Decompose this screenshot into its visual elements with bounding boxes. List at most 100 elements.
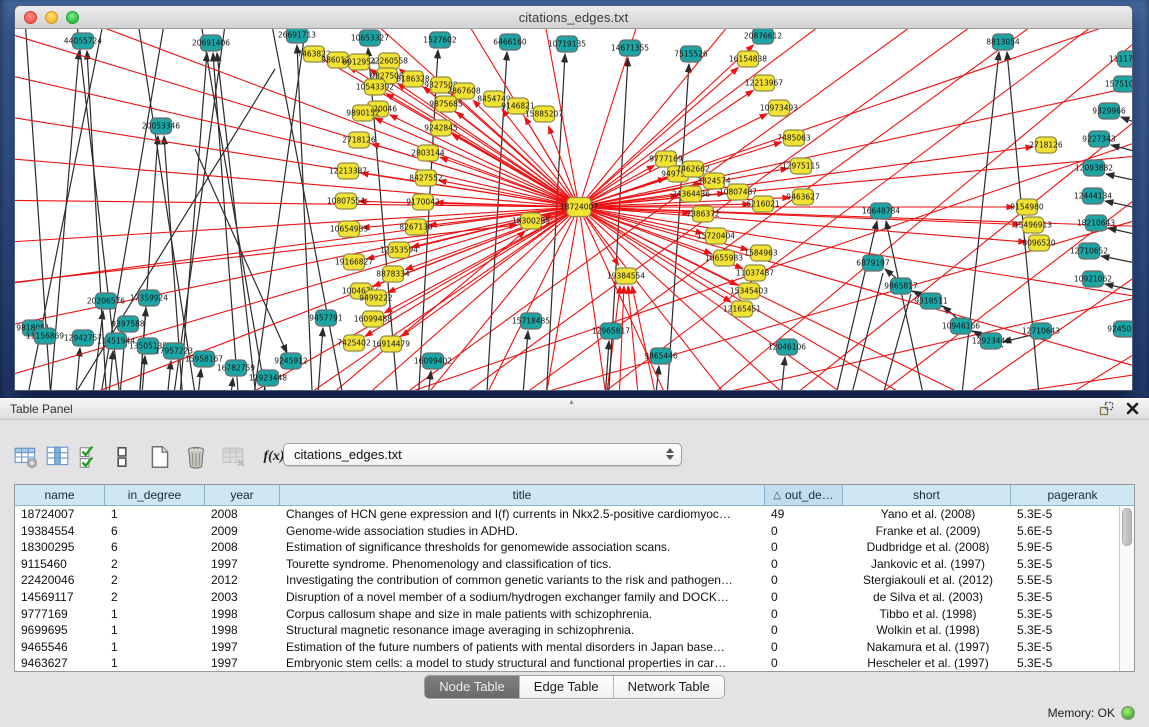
graph-node[interactable]: 6879197: [856, 255, 890, 271]
graph-node[interactable]: 44055724: [64, 33, 102, 49]
graph-node[interactable]: 7485063: [777, 130, 811, 146]
graph-node[interactable]: 7515526: [674, 46, 708, 62]
graph-node[interactable]: 8096520: [1022, 235, 1056, 251]
network-window[interactable]: citations_edges.txt 74638229860128891295…: [14, 5, 1133, 391]
column-header-short[interactable]: short: [843, 485, 1011, 505]
table-row[interactable]: 1938455462009Genome-wide association stu…: [15, 523, 1119, 540]
graph-node[interactable]: 12165451: [723, 301, 761, 317]
table-source-select[interactable]: citations_edges.txt: [283, 443, 682, 466]
graph-node[interactable]: 26691713: [278, 29, 316, 43]
graph-node[interactable]: 17359924: [130, 290, 168, 306]
graph-node[interactable]: 12093882: [1075, 160, 1113, 176]
graph-node[interactable]: 15496913: [1014, 217, 1052, 233]
graph-node[interactable]: 20876612: [744, 29, 782, 44]
graph-node[interactable]: 9457791: [309, 310, 343, 326]
graph-node[interactable]: 10653327: [351, 30, 389, 46]
table-row[interactable]: 969969511998Structural magnetic resonanc…: [15, 622, 1119, 639]
graph-node[interactable]: 9170042: [406, 194, 440, 210]
svg-text:15496913: 15496913: [1014, 221, 1052, 230]
table-row[interactable]: 977716911998Corpus callosum shape and si…: [15, 606, 1119, 623]
column-header-name[interactable]: name: [15, 485, 105, 505]
graph-node[interactable]: 2718126: [1029, 137, 1063, 153]
table-vertical-scrollbar[interactable]: [1119, 506, 1134, 671]
cell-pagerank: 5.3E-5: [1011, 639, 1119, 656]
graph-node[interactable]: 12213387: [329, 163, 367, 179]
graph-node[interactable]: 9463627: [786, 189, 820, 205]
table-row[interactable]: 1830029562008Estimation of significance …: [15, 539, 1119, 556]
table-row[interactable]: 1872400712008Changes of HCN gene express…: [15, 506, 1119, 523]
graph-node[interactable]: 20691406: [192, 35, 230, 51]
table-row[interactable]: 911546021997Tourette syndrome. Phenomeno…: [15, 556, 1119, 573]
table-row[interactable]: 946554611997Estimation of the future num…: [15, 639, 1119, 656]
network-window-titlebar[interactable]: citations_edges.txt: [15, 6, 1132, 29]
column-header-title[interactable]: title: [280, 485, 765, 505]
close-button[interactable]: [24, 11, 37, 24]
cell-name: 18724007: [15, 506, 105, 523]
graph-node[interactable]: 8427552: [409, 170, 443, 186]
row-selection-icon[interactable]: [74, 442, 106, 472]
table-settings-icon[interactable]: [10, 442, 42, 472]
graph-node[interactable]: 9397588: [111, 316, 145, 332]
delete-icon[interactable]: [180, 442, 212, 472]
graph-node[interactable]: 11037487: [736, 265, 774, 281]
graph-node[interactable]: 16154838: [729, 51, 767, 67]
table-row[interactable]: 2242004622012Investigating the contribut…: [15, 572, 1119, 589]
graph-node[interactable]: 9154980: [1010, 199, 1044, 215]
graph-node[interactable]: 6466160: [493, 34, 527, 50]
scrollbar-thumb[interactable]: [1122, 508, 1132, 546]
graph-node[interactable]: 7386372: [686, 206, 720, 222]
merge-rows-icon[interactable]: [106, 442, 138, 472]
zoom-button[interactable]: [66, 11, 79, 24]
svg-text:9865817: 9865817: [884, 282, 918, 291]
graph-node[interactable]: 12923446: [972, 333, 1010, 349]
minimize-button[interactable]: [45, 11, 58, 24]
svg-text:19384554: 19384554: [607, 272, 645, 281]
splitter-handle-icon[interactable]: ▴: [570, 398, 574, 406]
float-panel-icon[interactable]: [1099, 401, 1114, 421]
citation-graph[interactable]: 7463822986012889129542226055898275081054…: [15, 29, 1132, 390]
graph-node[interactable]: 9245012: [1107, 321, 1132, 337]
graph-node[interactable]: 10719135: [548, 36, 586, 52]
graph-node[interactable]: 20206576: [87, 293, 125, 309]
graph-node[interactable]: 8813054: [986, 34, 1020, 50]
new-file-icon[interactable]: [144, 442, 176, 472]
graph-node[interactable]: 8878334: [376, 266, 410, 282]
graph-node[interactable]: 7425402: [337, 335, 371, 351]
graph-node[interactable]: 19384554: [607, 268, 645, 284]
graph-node[interactable]: 9227343: [1082, 131, 1116, 147]
graph-node[interactable]: 12046106: [768, 339, 806, 355]
column-header-out_de[interactable]: △out_de…: [765, 485, 843, 505]
close-panel-icon[interactable]: [1126, 402, 1139, 420]
tab-node-table[interactable]: Node Table: [425, 676, 519, 698]
graph-node[interactable]: 10807554: [327, 193, 365, 209]
table-row[interactable]: 946362711997Embryonic stem cells: a mode…: [15, 655, 1119, 671]
delete-table-icon[interactable]: [218, 442, 250, 472]
graph-node[interactable]: 10654983: [330, 221, 368, 237]
graph-node[interactable]: 2803144: [411, 145, 445, 161]
graph-node[interactable]: 2718126: [342, 132, 376, 148]
network-canvas[interactable]: 7463822986012889129542226055898275081054…: [15, 29, 1132, 390]
graph-node[interactable]: 16099488: [354, 311, 392, 327]
column-header-pagerank[interactable]: pagerank: [1011, 485, 1134, 505]
table-row[interactable]: 1456911722003Disruption of a novel membe…: [15, 589, 1119, 606]
graph-node[interactable]: 10973493: [760, 100, 798, 116]
graph-node[interactable]: 12975115: [782, 158, 820, 174]
graph-node[interactable]: 14671355: [611, 40, 649, 56]
graph-node[interactable]: 15751074: [1105, 76, 1132, 92]
graph-node[interactable]: 16914479: [372, 336, 410, 352]
graph-node[interactable]: 9329966: [1092, 103, 1126, 119]
column-header-in_degree[interactable]: in_degree: [105, 485, 205, 505]
graph-node[interactable]: 15718485: [512, 313, 550, 329]
graph-edge: [821, 221, 877, 390]
graph-node[interactable]: 15720404: [697, 228, 735, 244]
graph-node[interactable]: 1527602: [423, 32, 457, 48]
column-visibility-icon[interactable]: [42, 442, 74, 472]
graph-node[interactable]: 11117304: [1109, 51, 1132, 67]
graph-node[interactable]: 1584963: [744, 245, 778, 261]
column-header-year[interactable]: year: [205, 485, 280, 505]
graph-node[interactable]: 12710643: [1022, 323, 1060, 339]
tab-edge-table[interactable]: Edge Table: [519, 676, 613, 698]
graph-node[interactable]: 9245912: [274, 353, 308, 369]
tab-network-table[interactable]: Network Table: [613, 676, 724, 698]
svg-text:6879197: 6879197: [856, 259, 890, 268]
